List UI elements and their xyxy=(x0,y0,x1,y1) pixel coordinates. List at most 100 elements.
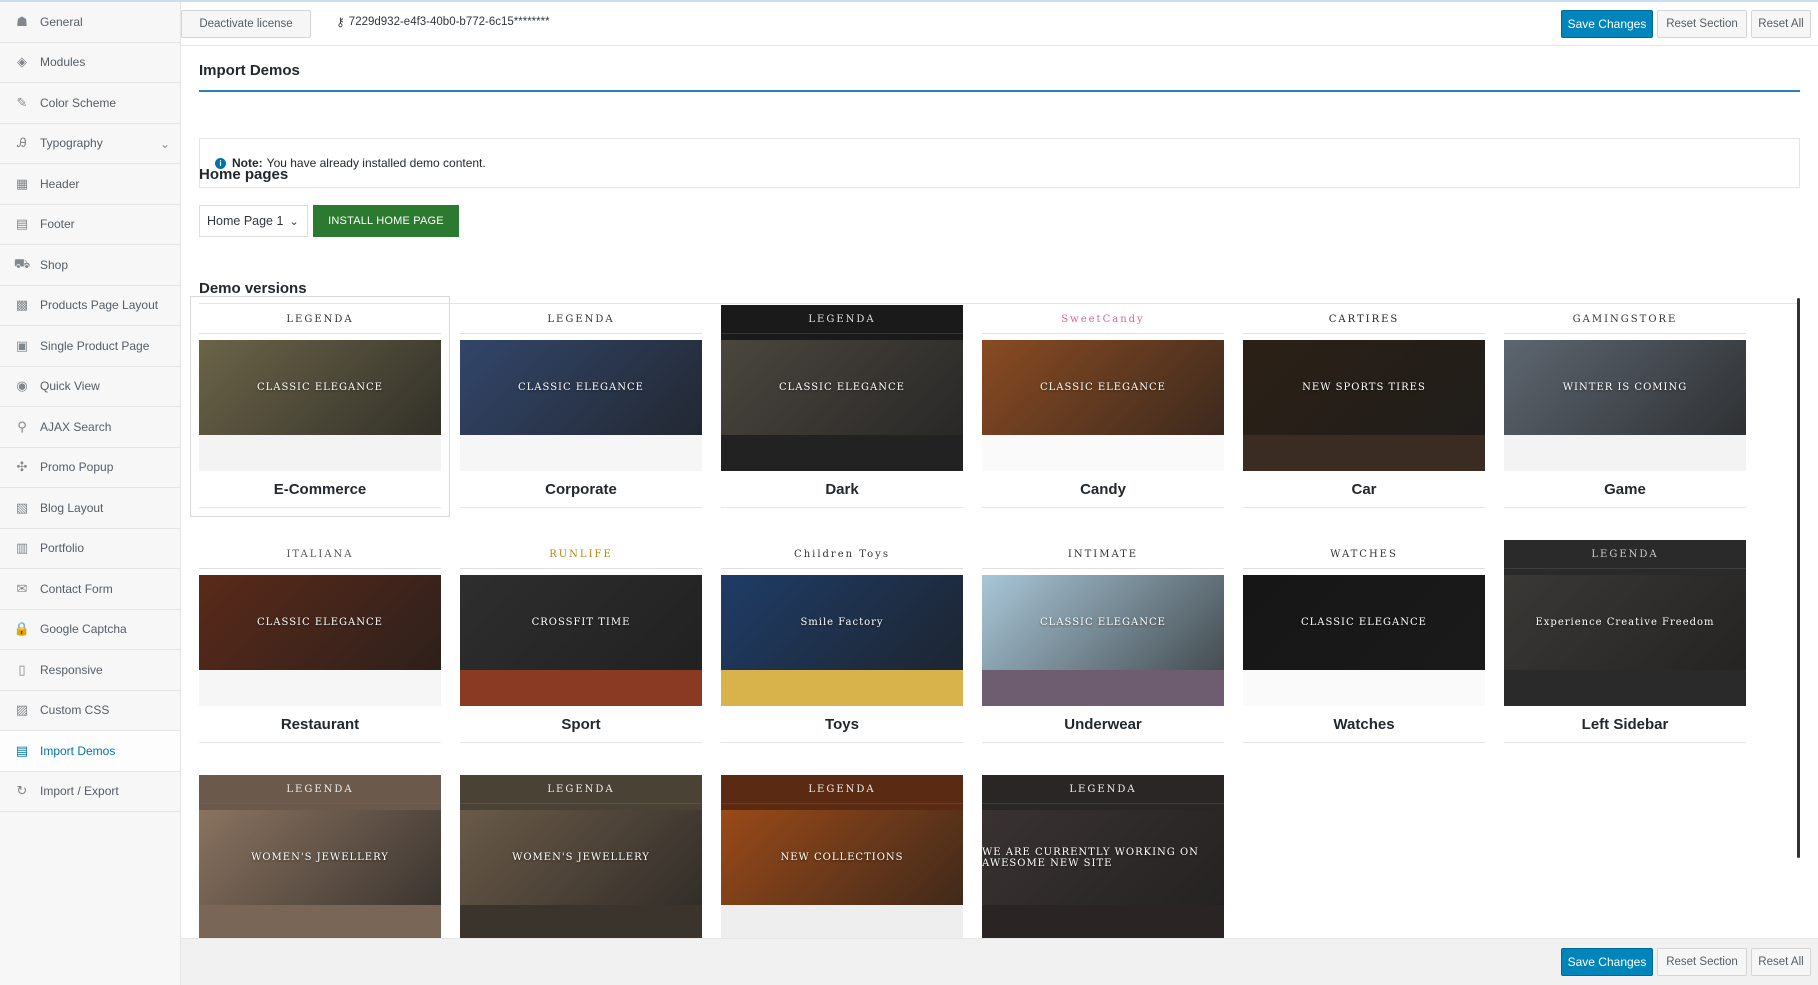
demo-thumbnail[interactable]: LEGENDA WOMEN'S JEWELLERY xyxy=(199,775,441,941)
sidebar-item-ajax-search[interactable]: ⚲ AJAX Search xyxy=(0,407,180,448)
demo-card[interactable]: ITALIANA CLASSIC ELEGANCE Restaurant xyxy=(199,540,441,743)
demo-thumb-menu xyxy=(1243,333,1485,340)
demo-thumb-brand: LEGENDA xyxy=(460,775,702,803)
lock-icon: 🔒 xyxy=(13,621,31,637)
sidebar-item-shop[interactable]: ⛟ Shop xyxy=(0,245,180,286)
popup-icon: ✣ xyxy=(16,459,28,475)
sidebar-item-label: Modules xyxy=(40,55,86,70)
demo-thumbnail[interactable]: LEGENDA Experience Creative Freedom xyxy=(1504,540,1746,706)
demo-card[interactable]: CARTIRES NEW SPORTS TIRES Car xyxy=(1243,305,1485,508)
demo-thumb-footer xyxy=(982,905,1224,941)
home-page-select-value: Home Page 1 xyxy=(207,214,284,228)
sidebar-item-label: Google Captcha xyxy=(40,622,127,637)
demo-card[interactable]: LEGENDA WE ARE CURRENTLY WORKING ON AWESO… xyxy=(982,775,1224,941)
demo-thumbnail[interactable]: LEGENDA CLASSIC ELEGANCE xyxy=(460,305,702,471)
demo-thumb-menu xyxy=(460,568,702,575)
reset-all-button[interactable]: Reset All xyxy=(1751,10,1811,38)
demo-card[interactable]: GAMINGSTORE WINTER IS COMING Game xyxy=(1504,305,1746,508)
sidebar-item-typography[interactable]: Ꭿ Typography ⌄ xyxy=(0,124,180,164)
demo-thumb-menu xyxy=(199,333,441,340)
sidebar-item-general[interactable]: ☗ General xyxy=(0,2,180,43)
demo-card[interactable]: LEGENDA WOMEN'S JEWELLERY xyxy=(460,775,702,941)
demo-thumbnail[interactable]: ITALIANA CLASSIC ELEGANCE xyxy=(199,540,441,706)
sidebar-item-single-product-page[interactable]: ▣ Single Product Page xyxy=(0,326,180,367)
demo-thumb-menu xyxy=(460,803,702,810)
demo-thumb-hero: CLASSIC ELEGANCE xyxy=(460,340,702,435)
demo-name: Underwear xyxy=(1064,716,1142,733)
sidebar-item-color-scheme[interactable]: ✎ Color Scheme xyxy=(0,83,180,124)
deactivate-license-button[interactable]: Deactivate license xyxy=(181,10,311,38)
demo-card[interactable]: LEGENDA CLASSIC ELEGANCE Corporate xyxy=(460,305,702,508)
reset-all-button-bottom[interactable]: Reset All xyxy=(1751,948,1811,976)
demo-card[interactable]: LEGENDA WOMEN'S JEWELLERY xyxy=(199,775,441,941)
demo-card[interactable]: SweetCandy CLASSIC ELEGANCE Candy xyxy=(982,305,1224,508)
demo-thumbnail[interactable]: GAMINGSTORE WINTER IS COMING xyxy=(1504,305,1746,471)
sidebar-item-portfolio[interactable]: ▥ Portfolio xyxy=(0,529,180,569)
demo-thumbnail[interactable]: RUNLIFE CROSSFIT TIME xyxy=(460,540,702,706)
demo-thumbnail[interactable]: LEGENDA CLASSIC ELEGANCE xyxy=(199,305,441,471)
demo-card[interactable]: LEGENDA Experience Creative Freedom Left S… xyxy=(1504,540,1746,743)
demo-thumb-footer xyxy=(199,905,441,941)
demo-card[interactable]: LEGENDA CLASSIC ELEGANCE Dark xyxy=(721,305,963,508)
save-changes-button-bottom[interactable]: Save Changes xyxy=(1561,948,1653,976)
demo-card[interactable]: Children Toys Smile Factory Toys xyxy=(721,540,963,743)
portfolio-icon: ▥ xyxy=(15,540,29,556)
demo-thumb-menu xyxy=(1243,568,1485,575)
demo-thumb-hero: WINTER IS COMING xyxy=(1504,340,1746,435)
demo-thumbnail[interactable]: LEGENDA CLASSIC ELEGANCE xyxy=(721,305,963,471)
demo-thumbnail[interactable]: Children Toys Smile Factory xyxy=(721,540,963,706)
sidebar-item-label: Blog Layout xyxy=(40,500,104,515)
sidebar-item-label: Products Page Layout xyxy=(40,298,159,313)
demo-thumb-menu xyxy=(721,568,963,575)
demo-thumb-menu xyxy=(460,333,702,340)
demo-name: Sport xyxy=(561,716,601,733)
demo-thumb-brand: GAMINGSTORE xyxy=(1504,305,1746,333)
sidebar-item-header[interactable]: ▦ Header xyxy=(0,164,180,205)
install-home-page-button[interactable]: INSTALL HOME PAGE xyxy=(313,205,459,237)
reset-section-button[interactable]: Reset Section xyxy=(1657,10,1747,38)
save-changes-button[interactable]: Save Changes xyxy=(1561,10,1653,38)
sidebar-item-import-export[interactable]: ↻ Import / Export xyxy=(0,772,180,812)
demo-card[interactable]: RUNLIFE CROSSFIT TIME Sport xyxy=(460,540,702,743)
sidebar-item-import-demos[interactable]: ▤ Import Demos xyxy=(0,731,180,772)
sidebar-item-responsive[interactable]: ▯ Responsive xyxy=(0,650,180,691)
sidebar-item-google-captcha[interactable]: 🔒 Google Captcha xyxy=(0,610,180,650)
demo-thumbnail[interactable]: LEGENDA WOMEN'S JEWELLERY xyxy=(460,775,702,941)
demo-thumbnail[interactable]: WATCHES CLASSIC ELEGANCE xyxy=(1243,540,1485,706)
demo-thumbnail[interactable]: LEGENDA NEW COLLECTIONS xyxy=(721,775,963,941)
options-bottombar: Save Changes Reset Section Reset All xyxy=(181,938,1818,985)
demo-thumbnail[interactable]: SweetCandy CLASSIC ELEGANCE xyxy=(982,305,1224,471)
sidebar-item-quick-view[interactable]: ◉ Quick View xyxy=(0,367,180,407)
demo-card[interactable]: LEGENDA CLASSIC ELEGANCE E-Commerce xyxy=(190,296,450,517)
demo-card[interactable]: WATCHES CLASSIC ELEGANCE Watches xyxy=(1243,540,1485,743)
chevron-down-icon: ⌄ xyxy=(289,215,299,228)
sidebar-item-modules[interactable]: ◈ Modules xyxy=(0,43,180,83)
home-page-select[interactable]: Home Page 1 ⌄ xyxy=(199,205,308,237)
demo-thumb-brand: LEGENDA xyxy=(199,305,441,333)
demo-card[interactable]: LEGENDA NEW COLLECTIONS xyxy=(721,775,963,941)
sidebar-item-footer[interactable]: ▤ Footer xyxy=(0,205,180,245)
sidebar-item-custom-css[interactable]: ▨ Custom CSS xyxy=(0,691,180,731)
demo-divider xyxy=(1243,507,1485,508)
eye-icon: ◉ xyxy=(16,378,28,394)
installed-note: i Note: You have already installed demo … xyxy=(199,138,1800,188)
demo-thumbnail[interactable]: CARTIRES NEW SPORTS TIRES xyxy=(1243,305,1485,471)
demo-thumbnail[interactable]: LEGENDA WE ARE CURRENTLY WORKING ON AWESO… xyxy=(982,775,1224,941)
demo-divider xyxy=(1243,742,1485,743)
demo-thumb-footer xyxy=(721,435,963,471)
typography-icon: Ꭿ xyxy=(17,135,27,151)
demo-thumb-hero: CROSSFIT TIME xyxy=(460,575,702,670)
sidebar-item-promo-popup[interactable]: ✣ Promo Popup xyxy=(0,448,180,488)
demo-name: Car xyxy=(1351,481,1377,498)
sidebar-item-label: Typography xyxy=(40,136,103,151)
demo-thumb-brand: WATCHES xyxy=(1243,540,1485,568)
demo-thumb-menu xyxy=(982,803,1224,810)
sidebar-item-blog-layout[interactable]: ▧ Blog Layout xyxy=(0,488,180,529)
sidebar-item-contact-form[interactable]: ✉ Contact Form xyxy=(0,569,180,610)
reset-section-button-bottom[interactable]: Reset Section xyxy=(1657,948,1747,976)
scrollbar[interactable] xyxy=(1797,298,1800,858)
demo-card[interactable]: INTIMATE CLASSIC ELEGANCE Underwear xyxy=(982,540,1224,743)
demo-thumbnail[interactable]: INTIMATE CLASSIC ELEGANCE xyxy=(982,540,1224,706)
sidebar-item-products-page-layout[interactable]: ▩ Products Page Layout xyxy=(0,286,180,326)
demo-thumb-brand: INTIMATE xyxy=(982,540,1224,568)
